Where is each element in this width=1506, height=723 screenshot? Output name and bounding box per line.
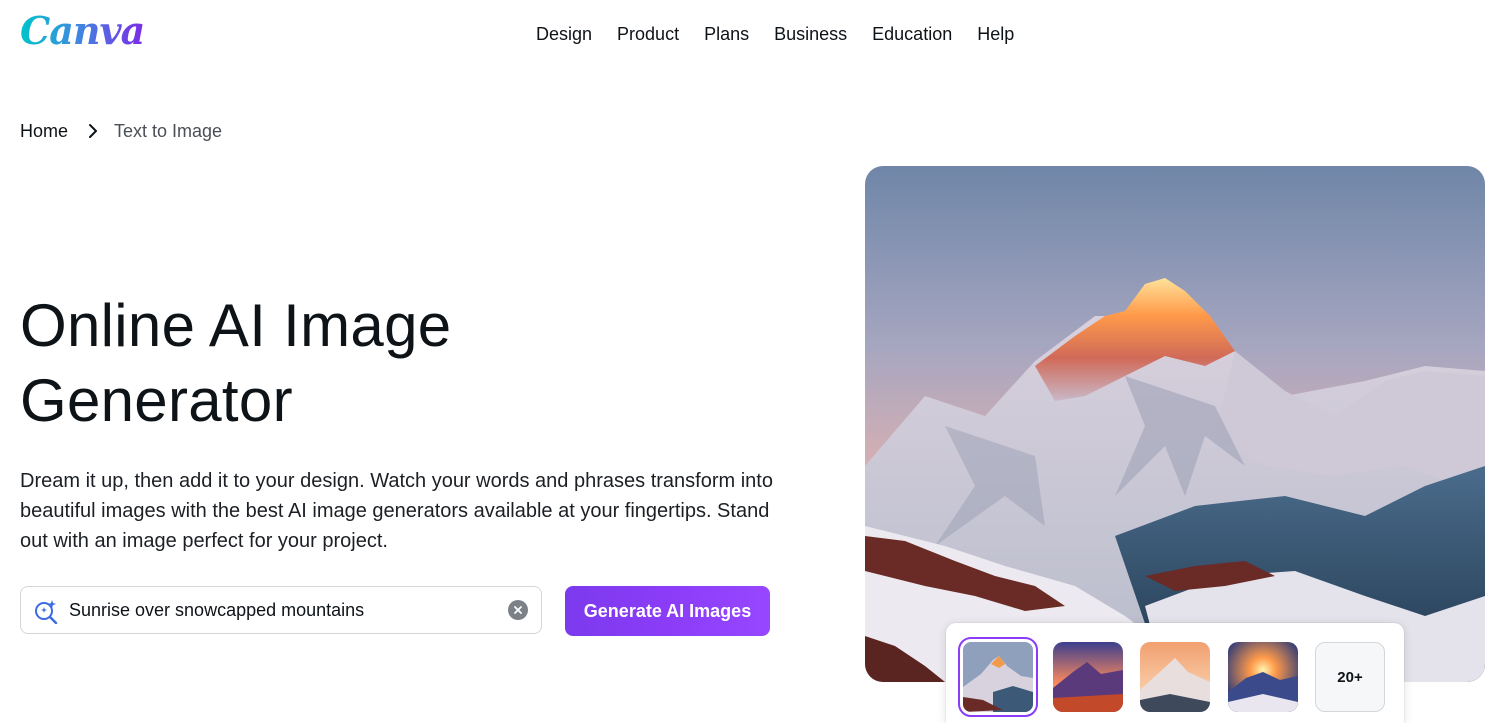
nav-item-help[interactable]: Help — [977, 24, 1014, 48]
prompt-search-box — [20, 586, 542, 634]
clear-icon[interactable] — [508, 600, 528, 620]
breadcrumb-home-link[interactable]: Home — [20, 121, 68, 142]
nav-item-product[interactable]: Product — [617, 24, 679, 48]
chevron-right-icon — [88, 123, 98, 139]
magic-search-icon — [33, 598, 59, 625]
hero-image — [865, 166, 1485, 682]
nav-item-education[interactable]: Education — [872, 24, 952, 48]
page-title-line-1: Online AI Image — [20, 292, 452, 359]
page-title: Online AI Image Generator — [20, 288, 640, 438]
generate-ai-images-button[interactable]: Generate AI Images — [565, 586, 770, 636]
main-nav: Design Product Plans Business Education … — [536, 24, 1014, 48]
breadcrumb-current: Text to Image — [114, 120, 223, 141]
nav-item-plans[interactable]: Plans — [704, 24, 749, 48]
thumbnail-1[interactable] — [958, 637, 1038, 717]
thumbnail-2[interactable] — [1053, 642, 1123, 712]
canva-logo[interactable]: Canva — [20, 8, 145, 53]
more-thumbnails-button[interactable]: 20+ — [1315, 642, 1385, 712]
nav-item-business[interactable]: Business — [774, 24, 847, 48]
thumbnail-strip: 20+ — [946, 623, 1404, 723]
thumbnail-4[interactable] — [1228, 642, 1298, 712]
prompt-input[interactable] — [69, 595, 499, 625]
thumbnail-3[interactable] — [1140, 642, 1210, 712]
hero-description: Dream it up, then add it to your design.… — [20, 470, 773, 552]
nav-item-design[interactable]: Design — [536, 24, 592, 48]
page-title-line-2: Generator — [20, 367, 293, 434]
breadcrumb: Home Text to Image — [20, 120, 222, 142]
